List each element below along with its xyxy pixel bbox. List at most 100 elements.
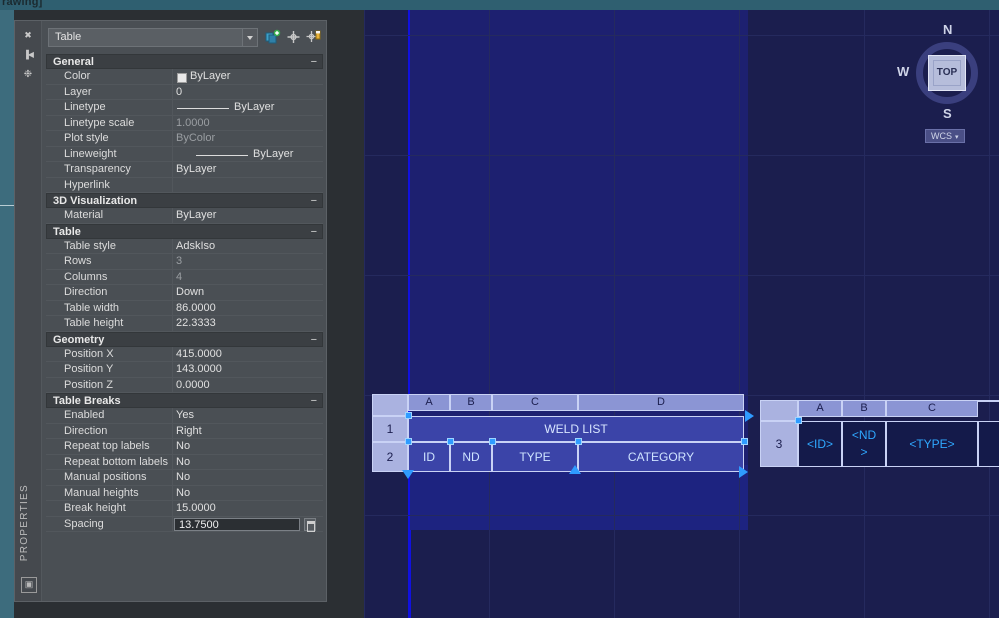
- property-row[interactable]: Manual heights No: [46, 485, 323, 501]
- row-header[interactable]: 2: [372, 442, 408, 472]
- property-value[interactable]: 143.0000: [176, 363, 222, 375]
- collapse-icon[interactable]: −: [311, 334, 317, 346]
- compass-north[interactable]: N: [943, 22, 952, 37]
- property-value[interactable]: ByColor: [176, 132, 215, 144]
- property-row[interactable]: Linetype scale 1.0000: [46, 115, 323, 131]
- property-row[interactable]: Transparency ByLayer: [46, 162, 323, 178]
- property-row[interactable]: Table width 86.0000: [46, 300, 323, 316]
- property-row[interactable]: Spacing 13.7500: [46, 516, 323, 532]
- data-cell[interactable]: <TYPE>: [886, 421, 978, 467]
- close-icon[interactable]: [22, 29, 34, 41]
- grip-point[interactable]: [405, 438, 412, 445]
- grip-arrow-right[interactable]: [745, 410, 754, 422]
- header-cell[interactable]: CATEGORY: [578, 442, 744, 472]
- property-row[interactable]: Position Z 0.0000: [46, 377, 323, 393]
- property-value[interactable]: 0: [176, 86, 182, 98]
- property-value[interactable]: ByLayer: [234, 101, 274, 113]
- property-value[interactable]: No: [176, 456, 190, 468]
- view-cube-face[interactable]: TOP: [928, 55, 966, 91]
- property-value[interactable]: 415.0000: [176, 348, 222, 360]
- collapse-icon[interactable]: −: [311, 195, 317, 207]
- property-value[interactable]: ByLayer: [176, 209, 216, 221]
- column-header[interactable]: D: [578, 394, 744, 411]
- property-value[interactable]: Yes: [176, 409, 194, 421]
- grip-arrow-right[interactable]: [739, 466, 748, 478]
- property-value[interactable]: 15.0000: [176, 502, 216, 514]
- property-row[interactable]: Repeat top labels No: [46, 439, 323, 455]
- property-value[interactable]: No: [176, 471, 190, 483]
- data-cell[interactable]: <ID>: [798, 421, 842, 467]
- property-value[interactable]: ByLayer: [176, 163, 216, 175]
- property-row[interactable]: Position X 415.0000: [46, 346, 323, 362]
- property-row[interactable]: Color ByLayer: [46, 69, 323, 85]
- properties-panel-icon[interactable]: ▣: [21, 577, 37, 593]
- property-category-header[interactable]: Geometry −: [46, 331, 323, 347]
- grip-point[interactable]: [489, 438, 496, 445]
- property-row[interactable]: Layer 0: [46, 84, 323, 100]
- ucs-selector[interactable]: WCS ▾: [925, 129, 965, 143]
- property-value[interactable]: No: [176, 487, 190, 499]
- chevron-down-icon[interactable]: [242, 29, 257, 46]
- compass-west[interactable]: W: [897, 64, 909, 79]
- property-category-header[interactable]: Table −: [46, 223, 323, 239]
- header-cell[interactable]: ID: [408, 442, 450, 472]
- settings-icon[interactable]: [22, 69, 34, 81]
- compass-south[interactable]: S: [943, 106, 952, 121]
- column-header[interactable]: C: [886, 400, 978, 417]
- property-value[interactable]: 1.0000: [176, 117, 210, 129]
- property-value[interactable]: 22.3333: [176, 317, 216, 329]
- property-value[interactable]: ByLayer: [253, 148, 293, 160]
- property-value[interactable]: 86.0000: [176, 302, 216, 314]
- data-cell-partial[interactable]: [978, 421, 999, 467]
- column-header[interactable]: B: [450, 394, 492, 411]
- calculator-icon[interactable]: [304, 517, 316, 532]
- row-header[interactable]: 1: [372, 416, 408, 442]
- property-row[interactable]: Manual positions No: [46, 470, 323, 486]
- property-row[interactable]: Position Y 143.0000: [46, 362, 323, 378]
- property-row[interactable]: Repeat bottom labels No: [46, 454, 323, 470]
- property-value[interactable]: AdskIso: [176, 240, 215, 252]
- property-value[interactable]: No: [176, 440, 190, 452]
- grip-point[interactable]: [405, 412, 412, 419]
- quick-select-alt-icon[interactable]: [305, 29, 322, 46]
- grip-point[interactable]: [447, 438, 454, 445]
- property-value[interactable]: 4: [176, 271, 182, 283]
- property-row[interactable]: Table style AdskIso: [46, 238, 323, 254]
- header-cell[interactable]: ND: [450, 442, 492, 472]
- collapse-icon[interactable]: −: [311, 226, 317, 238]
- view-cube[interactable]: TOP N S W WCS ▾: [897, 22, 991, 154]
- column-header[interactable]: B: [842, 400, 886, 417]
- header-cell[interactable]: TYPE: [492, 442, 578, 472]
- grip-arrow-down[interactable]: [402, 470, 414, 479]
- property-row[interactable]: Linetype ByLayer: [46, 100, 323, 116]
- property-value-input[interactable]: 13.7500: [174, 517, 300, 531]
- property-value[interactable]: ByLayer: [190, 70, 230, 82]
- property-row[interactable]: Plot style ByColor: [46, 131, 323, 147]
- pick-point-icon[interactable]: [285, 29, 302, 46]
- property-row[interactable]: Rows 3: [46, 254, 323, 270]
- column-header[interactable]: C: [492, 394, 578, 411]
- grip-point[interactable]: [575, 438, 582, 445]
- property-category-header[interactable]: Table Breaks −: [46, 393, 323, 408]
- quick-select-icon[interactable]: [264, 29, 281, 46]
- property-row[interactable]: Lineweight ByLayer: [46, 146, 323, 162]
- column-header[interactable]: A: [798, 400, 842, 417]
- drawing-canvas[interactable]: A B C D 1 WELD LIST 2 ID ND TYPE CATEGOR…: [364, 10, 999, 618]
- collapse-icon[interactable]: −: [311, 56, 317, 68]
- column-header[interactable]: A: [408, 394, 450, 411]
- object-type-combo[interactable]: Table: [48, 28, 258, 47]
- property-row[interactable]: Columns 4: [46, 269, 323, 285]
- property-row[interactable]: Hyperlink: [46, 177, 323, 193]
- property-value[interactable]: Down: [176, 286, 204, 298]
- grip-point[interactable]: [795, 417, 802, 424]
- property-row[interactable]: Material ByLayer: [46, 208, 323, 224]
- property-row[interactable]: Table height 22.3333: [46, 316, 323, 332]
- data-cell[interactable]: <ND >: [842, 421, 886, 467]
- property-row[interactable]: Break height 15.0000: [46, 501, 323, 517]
- property-value[interactable]: 3: [176, 255, 182, 267]
- property-row[interactable]: Direction Right: [46, 423, 323, 439]
- property-row[interactable]: Direction Down: [46, 285, 323, 301]
- row-header[interactable]: 3: [760, 421, 798, 467]
- property-category-header[interactable]: 3D Visualization −: [46, 193, 323, 208]
- grip-point[interactable]: [741, 438, 748, 445]
